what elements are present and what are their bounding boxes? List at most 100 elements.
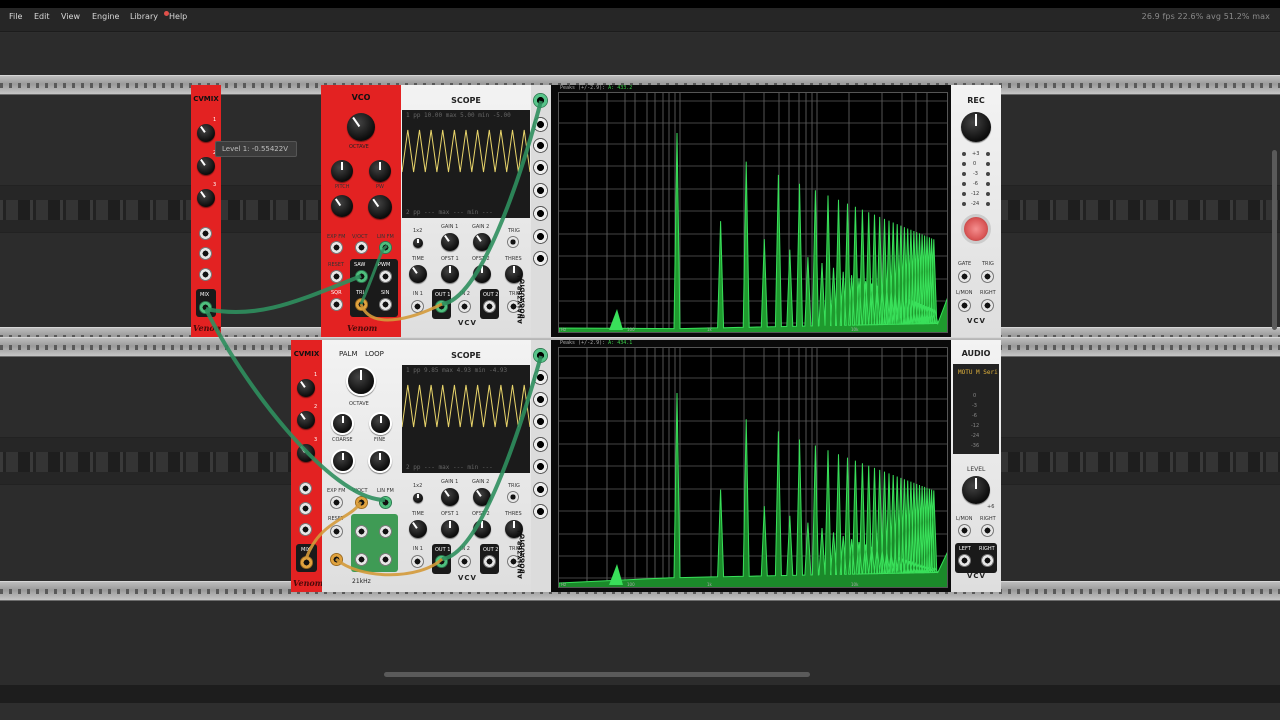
audio-device-display[interactable]: MOTU M Seri 0 -3 -6 -12 -24 -36 [953, 364, 999, 454]
cvmix-module[interactable]: CVMIX 1 2 3 MIX Venom [291, 340, 322, 592]
ofst1-knob[interactable] [441, 520, 459, 538]
ofst1-knob[interactable] [441, 265, 459, 283]
coarse-knob[interactable] [331, 412, 354, 435]
trig-button[interactable] [507, 236, 519, 248]
analyzer-in-5-jack[interactable] [533, 183, 548, 198]
in1-jack[interactable] [411, 300, 424, 313]
cvmix-level-1-knob[interactable] [297, 379, 315, 397]
fm-amount-knob[interactable] [331, 195, 353, 217]
rec-right-jack[interactable] [981, 299, 994, 312]
cvmix-module[interactable]: CVMIX 1 2 3 MIX Venom [191, 85, 221, 337]
rec-gain-knob[interactable] [961, 112, 991, 142]
analyzer-in-5-jack[interactable] [533, 437, 548, 452]
reset-jack[interactable] [330, 270, 343, 283]
gain1-knob[interactable] [441, 488, 459, 506]
pwm-jack[interactable] [379, 270, 392, 283]
lin-fm-jack[interactable] [379, 496, 392, 509]
menu-edit[interactable]: Edit [34, 12, 50, 21]
cvmix-level-2-knob[interactable] [297, 411, 315, 429]
analyzer-in-1-jack[interactable] [533, 348, 548, 363]
analyzer-in-3-jack[interactable] [533, 392, 548, 407]
analyzer-in-2-jack[interactable] [533, 370, 548, 385]
cvmix-in-1-jack[interactable] [299, 482, 312, 495]
menu-help[interactable]: Help [169, 12, 187, 21]
cvmix-level-2-knob[interactable] [197, 157, 215, 175]
menu-file[interactable]: File [9, 12, 22, 21]
analyzer-in-2-jack[interactable] [533, 117, 548, 132]
pw-knob[interactable] [368, 449, 392, 473]
exp-fm-jack[interactable] [330, 241, 343, 254]
cvmix-level-1-knob[interactable] [197, 124, 215, 142]
audio-in-right-jack[interactable] [981, 524, 994, 537]
record-button[interactable] [961, 214, 991, 244]
tri-out-jack[interactable] [355, 298, 368, 311]
out2-jack[interactable] [483, 555, 496, 568]
analyzer-in-4-jack[interactable] [533, 160, 548, 175]
voct-jack[interactable] [355, 241, 368, 254]
cvmix-level-3-knob[interactable] [197, 189, 215, 207]
reset-jack[interactable] [330, 525, 343, 538]
level-knob[interactable] [962, 476, 990, 504]
analyzer-in-8-jack[interactable] [533, 504, 548, 519]
octave-knob[interactable] [347, 113, 375, 141]
scope-module[interactable]: SCOPE 1 pp 10.00 max 5.00 min -5.00 2 pp… [401, 85, 531, 337]
gain1-knob[interactable] [441, 233, 459, 251]
in1-jack[interactable] [411, 555, 424, 568]
in2-jack[interactable] [458, 300, 471, 313]
octave-knob[interactable] [346, 366, 376, 396]
fm-amount-knob[interactable] [331, 449, 355, 473]
horizontal-scrollbar[interactable] [384, 672, 810, 677]
out1-jack[interactable] [435, 300, 448, 313]
vertical-scrollbar[interactable] [1272, 150, 1277, 330]
exp-fm-jack[interactable] [330, 496, 343, 509]
analyzer-in-1-jack[interactable] [533, 93, 548, 108]
recorder-module[interactable]: REC +3 0 -3 -6 -12 -24 GATE TRIG L/MON R… [951, 85, 1001, 337]
trig-jack[interactable] [981, 270, 994, 283]
pw-knob[interactable] [369, 160, 391, 182]
pitch-knob[interactable] [331, 160, 353, 182]
analyzer-module[interactable]: ANALYZER-XL BOGAUDIO Peaks (+/-2.9): A: … [517, 340, 951, 592]
cvmix-in-3-jack[interactable] [299, 523, 312, 536]
analyzer-in-4-jack[interactable] [533, 414, 548, 429]
audio-module[interactable]: AUDIO MOTU M Seri 0 -3 -6 -12 -24 -36 LE… [951, 340, 1001, 592]
out1-jack[interactable] [435, 555, 448, 568]
gate-jack[interactable] [958, 270, 971, 283]
menu-view[interactable]: View [61, 12, 80, 21]
gain2-knob[interactable] [473, 488, 491, 506]
analyzer-in-6-jack[interactable] [533, 459, 548, 474]
cvmix-in-2-jack[interactable] [199, 247, 212, 260]
cvmix-in-1-jack[interactable] [199, 227, 212, 240]
analyzer-module[interactable]: ANALYZER-XL BOGAUDIO Peaks (+/-2.9): A: … [517, 85, 951, 337]
ofst2-knob[interactable] [473, 520, 491, 538]
analyzer-in-6-jack[interactable] [533, 206, 548, 221]
analyzer-in-3-jack[interactable] [533, 138, 548, 153]
cvmix-mix-out-jack[interactable] [199, 301, 212, 314]
analyzer-in-8-jack[interactable] [533, 251, 548, 266]
saw-out-jack[interactable] [355, 270, 368, 283]
audio-out-left-jack[interactable] [958, 554, 971, 567]
x2-switch[interactable] [413, 493, 423, 503]
sin-out-jack[interactable] [379, 298, 392, 311]
cvmix-level-3-knob[interactable] [297, 444, 315, 462]
audio-out-right-jack[interactable] [981, 554, 994, 567]
ofst2-knob[interactable] [473, 265, 491, 283]
x2-switch[interactable] [413, 238, 423, 248]
time-knob[interactable] [409, 265, 427, 283]
menu-engine[interactable]: Engine [92, 12, 119, 21]
sqr-out-jack[interactable] [330, 553, 343, 566]
analyzer-in-7-jack[interactable] [533, 482, 548, 497]
vco-module[interactable]: VCO OCTAVE PITCH PW EXP FM V/OCT LIN FM … [321, 85, 401, 337]
menu-library[interactable]: Library [130, 12, 158, 21]
pwm-jack[interactable] [379, 525, 392, 538]
tri-out-jack[interactable] [355, 553, 368, 566]
time-knob[interactable] [409, 520, 427, 538]
trig-button[interactable] [507, 491, 519, 503]
vco-analog-module[interactable]: PALM LOOP OCTAVE COARSE FINE EXP FM V/OC… [322, 340, 401, 592]
saw-out-jack[interactable] [355, 525, 368, 538]
rec-left-jack[interactable] [958, 299, 971, 312]
cvmix-mix-out-jack[interactable] [300, 556, 313, 569]
cvmix-in-3-jack[interactable] [199, 268, 212, 281]
gain2-knob[interactable] [473, 233, 491, 251]
audio-device-name[interactable]: MOTU M Seri [958, 369, 998, 376]
fine-knob[interactable] [369, 412, 392, 435]
